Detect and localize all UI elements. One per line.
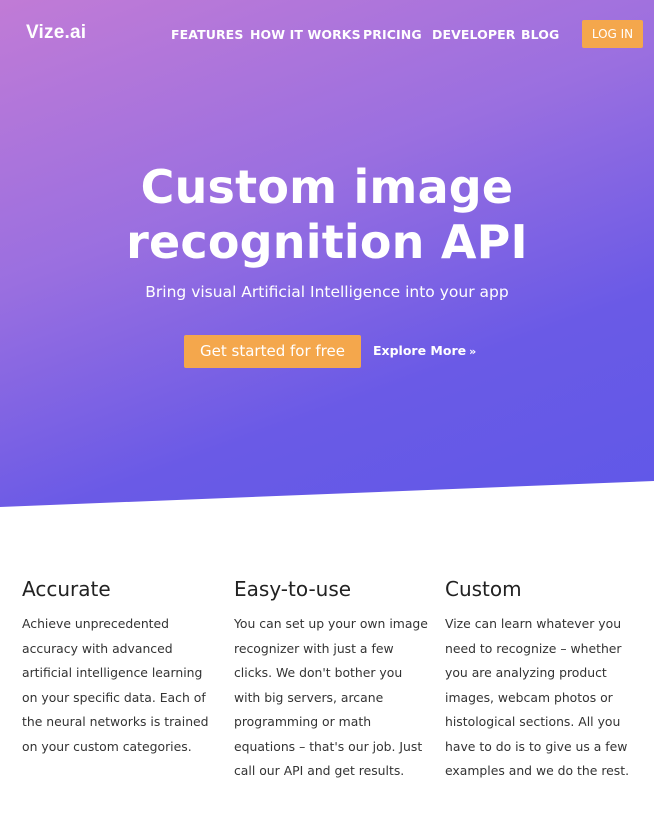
- feature-text: Vize can learn whatever you need to reco…: [445, 616, 630, 778]
- explore-more-label: Explore More: [373, 343, 467, 358]
- hero-title-line-2: recognition API: [126, 215, 528, 269]
- hero-title: Custom image recognition API: [0, 160, 654, 270]
- nav-how-it-works[interactable]: HOW IT WORKS: [250, 27, 361, 42]
- nav-pricing[interactable]: PRICING: [363, 27, 422, 42]
- feature-text: Achieve unprecedented accuracy with adva…: [22, 616, 209, 754]
- feature-title: Custom: [445, 577, 522, 601]
- nav-developer[interactable]: DEVELOPER: [432, 27, 516, 42]
- nav-features[interactable]: FEATURES: [171, 27, 243, 42]
- double-chevron-down-icon: »: [469, 345, 477, 358]
- hero-title-line-1: Custom image: [140, 160, 514, 214]
- feature-custom: Custom Vize can learn whatever you need …: [445, 577, 645, 784]
- hero-subtitle: Bring visual Artificial Intelligence int…: [145, 283, 509, 301]
- feature-easy-to-use: Easy-to-use You can set up your own imag…: [234, 577, 432, 784]
- feature-title: Accurate: [22, 577, 111, 601]
- feature-title: Easy-to-use: [234, 577, 352, 601]
- login-button[interactable]: LOG IN: [582, 20, 643, 48]
- feature-text: You can set up your own image recognizer…: [234, 616, 428, 778]
- main-nav: FEATURES HOW IT WORKS PRICING DEVELOPER …: [0, 27, 654, 47]
- feature-accurate: Accurate Achieve unprecedented accuracy …: [22, 577, 220, 759]
- explore-more-link[interactable]: Explore More»: [373, 343, 476, 358]
- get-started-button[interactable]: Get started for free: [184, 335, 361, 368]
- nav-blog[interactable]: BLOG: [521, 27, 559, 42]
